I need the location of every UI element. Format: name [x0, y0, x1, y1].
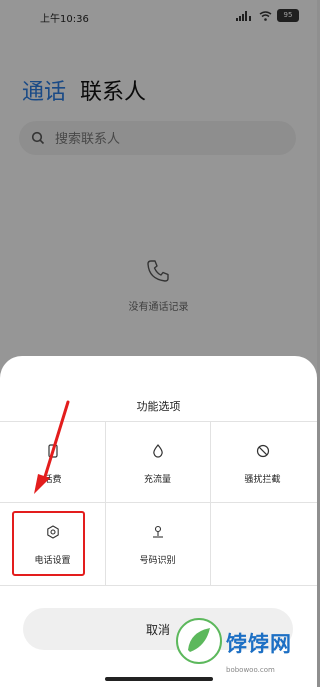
option-recharge-data[interactable]: 充流量	[105, 422, 210, 502]
option-label: 充流量	[143, 475, 171, 485]
sheet-title: 功能选项	[136, 400, 181, 413]
block-icon	[256, 444, 270, 458]
option-label: 骚扰拦截	[244, 475, 281, 485]
watermark-logo	[176, 618, 222, 664]
water-drop-icon	[153, 444, 163, 458]
number-id-icon	[153, 525, 163, 538]
option-number-id[interactable]: 号码识别	[105, 503, 210, 583]
home-indicator[interactable]	[105, 677, 213, 681]
leaf-icon	[188, 628, 210, 652]
annotation-highlight-box	[12, 511, 85, 576]
watermark-url: bobowoo.com	[226, 666, 275, 674]
option-label: 号码识别	[139, 556, 176, 566]
phone-bill-icon	[48, 444, 58, 458]
watermark-brand: 饽饽网	[226, 632, 292, 656]
option-spam-block[interactable]: 骚扰拦截	[210, 422, 315, 502]
option-label: 话费	[43, 475, 62, 485]
option-phone-bill[interactable]: 话费	[0, 422, 105, 502]
